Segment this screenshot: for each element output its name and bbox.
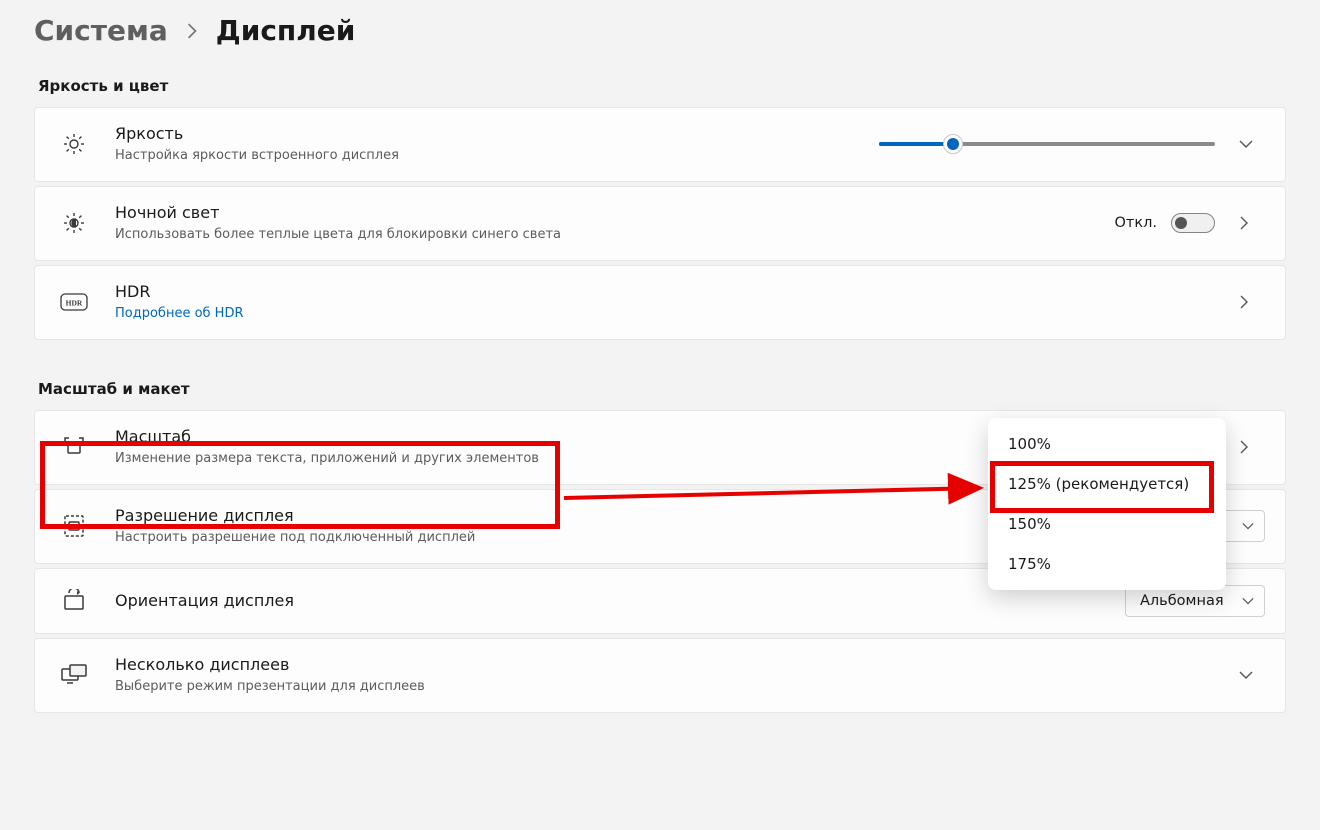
scale-option-125[interactable]: 125% (рекомендуется) bbox=[988, 464, 1226, 504]
nightlight-toggle[interactable] bbox=[1171, 213, 1215, 233]
chevron-down-icon bbox=[1242, 597, 1254, 605]
scale-option-175[interactable]: 175% bbox=[988, 544, 1226, 584]
scale-icon bbox=[57, 435, 91, 459]
orientation-value: Альбомная bbox=[1140, 593, 1224, 609]
orientation-icon bbox=[57, 589, 91, 613]
chevron-right-icon[interactable] bbox=[1239, 216, 1265, 230]
multidisplay-sub: Выберите режим презентации для дисплеев bbox=[115, 678, 1215, 696]
brightness-title: Яркость bbox=[115, 124, 855, 145]
resolution-sub: Настроить разрешение под подключенный ди… bbox=[115, 529, 991, 547]
multidisplay-row[interactable]: Несколько дисплеев Выберите режим презен… bbox=[34, 638, 1286, 713]
multidisplay-icon bbox=[57, 664, 91, 686]
hdr-title: HDR bbox=[115, 282, 1215, 303]
chevron-right-icon bbox=[186, 23, 198, 39]
resolution-title: Разрешение дисплея bbox=[115, 506, 991, 527]
hdr-link[interactable]: Подробнее об HDR bbox=[115, 305, 1215, 323]
brightness-row[interactable]: Яркость Настройка яркости встроенного ди… bbox=[34, 107, 1286, 182]
section-brightness-color: Яркость и цвет bbox=[38, 77, 1286, 95]
multidisplay-title: Несколько дисплеев bbox=[115, 655, 1215, 676]
brightness-sub: Настройка яркости встроенного дисплея bbox=[115, 147, 855, 165]
nightlight-row[interactable]: Ночной свет Использовать более теплые цв… bbox=[34, 186, 1286, 261]
brightness-slider[interactable] bbox=[879, 134, 1215, 154]
nightlight-icon bbox=[57, 211, 91, 235]
nightlight-sub: Использовать более теплые цвета для блок… bbox=[115, 226, 1091, 244]
chevron-right-icon[interactable] bbox=[1239, 440, 1265, 454]
scale-option-150[interactable]: 150% bbox=[988, 504, 1226, 544]
breadcrumb: Система Дисплей bbox=[34, 8, 1286, 77]
orientation-title: Ориентация дисплея bbox=[115, 591, 1101, 612]
breadcrumb-parent[interactable]: Система bbox=[34, 14, 168, 47]
scale-title: Масштаб bbox=[115, 427, 961, 448]
breadcrumb-current: Дисплей bbox=[216, 14, 356, 47]
scale-sub: Изменение размера текста, приложений и д… bbox=[115, 450, 961, 468]
nightlight-title: Ночной свет bbox=[115, 203, 1091, 224]
section-scale-layout: Масштаб и макет bbox=[38, 380, 1286, 398]
scale-dropdown[interactable]: 100% 125% (рекомендуется) 150% 175% bbox=[988, 418, 1226, 590]
brightness-icon bbox=[57, 132, 91, 156]
chevron-down-icon bbox=[1242, 522, 1254, 530]
hdr-icon: HDR bbox=[57, 293, 91, 311]
chevron-down-icon[interactable] bbox=[1239, 139, 1265, 149]
chevron-down-icon[interactable] bbox=[1239, 670, 1265, 680]
scale-option-100[interactable]: 100% bbox=[988, 424, 1226, 464]
svg-text:HDR: HDR bbox=[66, 299, 83, 308]
chevron-right-icon[interactable] bbox=[1239, 295, 1265, 309]
nightlight-state-label: Откл. bbox=[1115, 215, 1158, 231]
resolution-icon bbox=[57, 514, 91, 538]
hdr-row[interactable]: HDR HDR Подробнее об HDR bbox=[34, 265, 1286, 340]
